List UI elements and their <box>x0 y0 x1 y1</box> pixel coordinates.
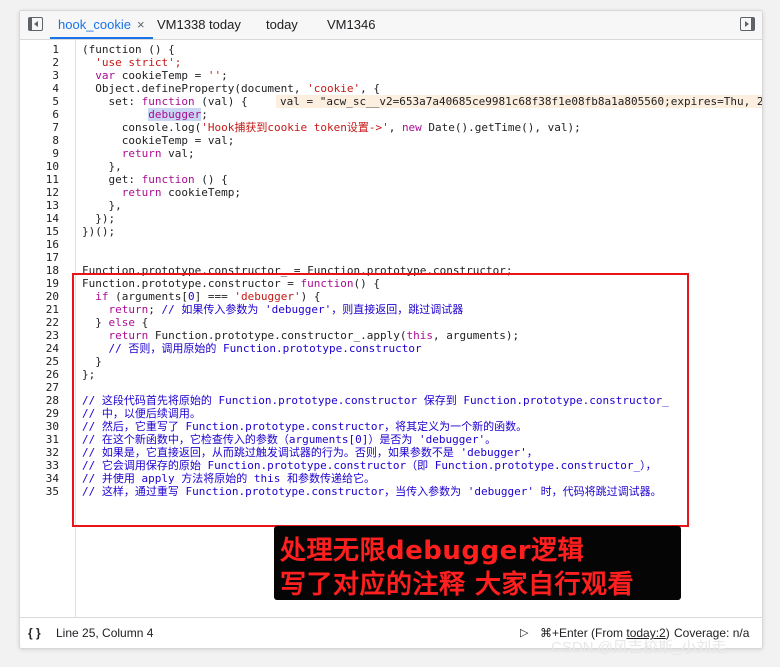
annotation-banner: 处理无限debugger逻辑 写了对应的注释 大家自行观看 <box>274 526 681 600</box>
line-number[interactable]: 4 <box>29 82 59 95</box>
banner-line-1: 处理无限debugger逻辑 <box>280 536 585 566</box>
code-line-5: set: function (val) { <box>108 95 248 108</box>
devtools-sources-window: hook_cookie × VM1338 today today VM1346 1… <box>19 10 763 649</box>
line-number[interactable]: 14 <box>29 212 59 225</box>
tab-vm1346[interactable]: VM1346 <box>327 11 375 39</box>
line-number[interactable]: 18 <box>29 264 59 277</box>
code-line-13: }, <box>108 199 122 212</box>
inline-value-preview: val = "acw_sc__v2=653a7a40685ce9981c68f3… <box>276 95 762 108</box>
line-number[interactable]: 24 <box>29 342 59 355</box>
line-number[interactable]: 11 <box>29 173 59 186</box>
code-line-2: 'use strict'; <box>95 56 182 69</box>
code-line-15: })(); <box>82 225 116 238</box>
cursor-position: Line 25, Column 4 <box>56 626 154 640</box>
code-editor[interactable]: 1 2 3 4 5 6 7 8 9 10 11 12 13 14 15 16 17 18 19 20 21 22 23 24 2… <box>20 40 762 618</box>
code-line-12: return cookieTemp; <box>121 186 241 199</box>
debugger-statement: debugger <box>148 108 202 121</box>
tab-vm1338[interactable]: VM1338 today <box>157 11 241 39</box>
line-number[interactable]: 32 <box>29 446 59 459</box>
line-number[interactable]: 6 <box>29 108 59 121</box>
tab-close-icon[interactable]: × <box>137 17 145 32</box>
line-number[interactable]: 12 <box>29 186 59 199</box>
banner-line-2: 写了对应的注释 大家自行观看 <box>280 570 635 600</box>
code-line-4: Object.defineProperty(document, 'cookie'… <box>95 82 381 95</box>
code-line-11: get: function () { <box>108 173 228 186</box>
line-number[interactable]: 26 <box>29 368 59 381</box>
line-number[interactable]: 9 <box>29 147 59 160</box>
tab-label: VM1346 <box>327 17 376 32</box>
line-number[interactable]: 27 <box>29 381 59 394</box>
line-number[interactable]: 2 <box>29 56 59 69</box>
code-line-1: (function () { <box>82 43 175 56</box>
toggle-navigator-icon[interactable] <box>28 17 43 31</box>
tab-label: hook_cookie <box>58 17 131 32</box>
line-number[interactable]: 31 <box>29 433 59 446</box>
line-number[interactable]: 10 <box>29 160 59 173</box>
line-number[interactable]: 19 <box>29 277 59 290</box>
line-number[interactable]: 13 <box>29 199 59 212</box>
line-number[interactable]: 29 <box>29 407 59 420</box>
line-number[interactable]: 7 <box>29 121 59 134</box>
tab-label: VM1338 today <box>157 17 241 32</box>
line-number[interactable]: 16 <box>29 238 59 251</box>
line-number[interactable]: 30 <box>29 420 59 433</box>
run-snippet-icon[interactable]: ▷ <box>520 626 528 639</box>
line-number-gutter[interactable]: 1 2 3 4 5 6 7 8 9 10 11 12 13 14 15 16 17 18 19 20 21 22 23 24 2… <box>20 40 76 618</box>
code-line-14: }); <box>95 212 116 225</box>
code-line-6: debugger; <box>148 108 208 121</box>
line-number[interactable]: 33 <box>29 459 59 472</box>
line-number[interactable]: 22 <box>29 316 59 329</box>
line-number[interactable]: 8 <box>29 134 59 147</box>
toggle-debugger-sidebar-icon[interactable] <box>740 17 755 31</box>
line-number[interactable]: 21 <box>29 303 59 316</box>
line-number[interactable]: 23 <box>29 329 59 342</box>
annotation-highlight-box <box>72 273 689 527</box>
line-number[interactable]: 34 <box>29 472 59 485</box>
line-number[interactable]: 35 <box>29 485 59 498</box>
line-number[interactable]: 28 <box>29 394 59 407</box>
line-number[interactable]: 3 <box>29 69 59 82</box>
tab-today[interactable]: today <box>266 11 298 39</box>
line-number[interactable]: 1 <box>29 43 59 56</box>
code-line-3: var cookieTemp = ''; <box>95 69 228 82</box>
line-number[interactable]: 20 <box>29 290 59 303</box>
code-line-10: }, <box>108 160 122 173</box>
tab-label: today <box>266 17 298 32</box>
csdn-watermark: CSDN @风吉校斯_小刘走 <box>551 639 727 656</box>
line-number[interactable]: 5 <box>29 95 59 108</box>
file-tab-bar: hook_cookie × VM1338 today today VM1346 <box>20 11 762 40</box>
tab-hook-cookie[interactable]: hook_cookie × <box>50 11 153 39</box>
code-line-9: return val; <box>121 147 195 160</box>
code-line-7: console.log('Hook捕获到cookie token设置->', n… <box>121 121 581 134</box>
line-number[interactable]: 15 <box>29 225 59 238</box>
pretty-print-icon[interactable]: { } <box>28 626 41 640</box>
code-line-8: cookieTemp = val; <box>121 134 235 147</box>
line-number[interactable]: 17 <box>29 251 59 264</box>
line-number[interactable]: 25 <box>29 355 59 368</box>
